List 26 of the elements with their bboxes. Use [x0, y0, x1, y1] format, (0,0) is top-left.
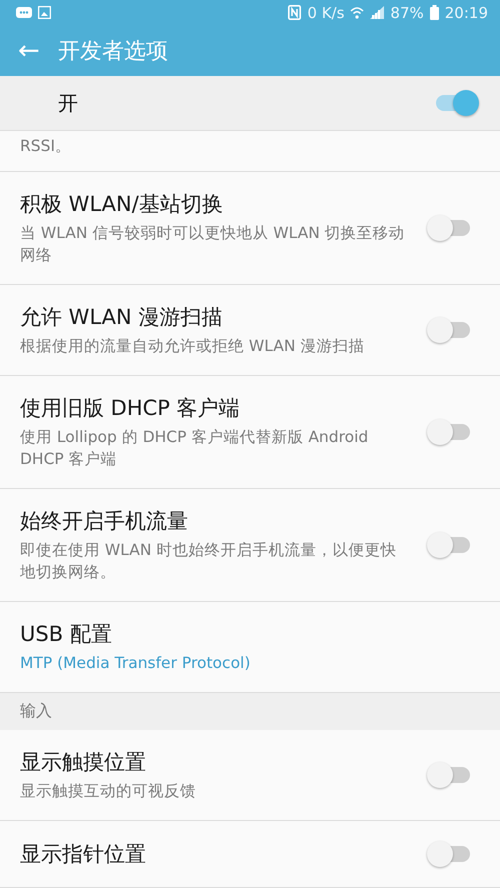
nfc-icon [288, 5, 302, 20]
image-icon [38, 6, 51, 20]
setting-title[interactable]: 积极 WLAN/基站切换 [20, 190, 410, 218]
setting-summary: 显示触摸互动的可视反馈 [20, 781, 197, 802]
setting-title[interactable]: 使用旧版 DHCP 客户端 [20, 394, 410, 422]
setting-summary: 当 WLAN 信号较弱时可以更快地从 WLAN 切换至移动网络 [20, 223, 406, 266]
setting-title[interactable]: 显示触摸位置 [20, 748, 410, 776]
setting-title[interactable]: 允许 WLAN 漫游扫描 [20, 303, 410, 332]
setting-title[interactable]: 始终开启手机流量 [20, 507, 410, 536]
section-header: 输入 [20, 701, 52, 720]
setting-title[interactable]: 显示指针位置 [20, 840, 410, 868]
setting-summary: RSSI。 [20, 137, 72, 156]
setting-summary: 使用 Lollipop 的 DHCP 客户端代替新版 Android DHCP 客户端 [20, 427, 370, 470]
setting-summary: 根据使用的流量自动允许或拒绝 WLAN 漫游扫描 [20, 336, 366, 358]
message-icon [14, 6, 32, 19]
wifi-icon [350, 6, 364, 20]
battery-percentage: 87% [390, 4, 424, 22]
clock: 20:19 [444, 4, 488, 22]
page-title: 开发者选项 [58, 38, 168, 66]
master-switch-label: 开 [58, 90, 79, 117]
setting-title[interactable]: USB 配置 [20, 620, 474, 648]
network-speed: 0 K/s [307, 4, 344, 22]
setting-summary: 即使在使用 WLAN 时也始终开启手机流量，以便更快地切换网络。 [20, 540, 398, 584]
signal-icon [370, 6, 384, 20]
battery-icon [430, 5, 439, 20]
setting-value: MTP (Media Transfer Protocol) [20, 653, 252, 674]
